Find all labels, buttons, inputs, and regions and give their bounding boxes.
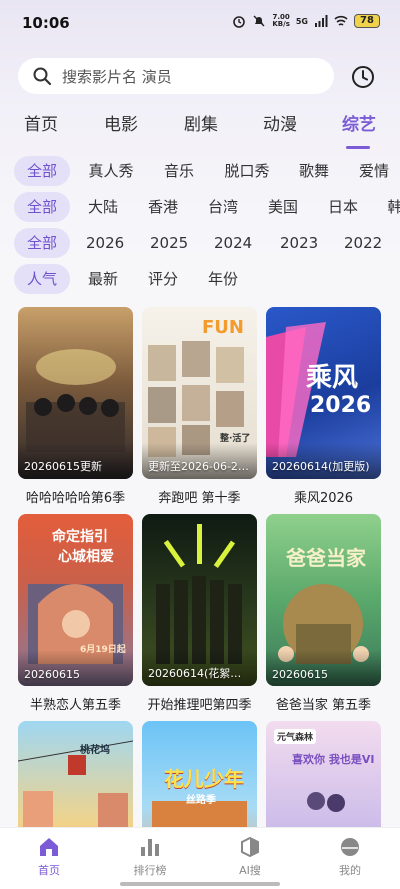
- show-title: 爸爸当家 第五季: [275, 698, 372, 713]
- network-speed: 7.00 KB/s: [272, 14, 289, 28]
- nav-home-label: 首页: [38, 864, 60, 877]
- clock-time: 10:06: [22, 14, 70, 32]
- show-card[interactable]: 20260614(花絮第… 开始推理吧第四季: [142, 514, 257, 713]
- filter-type-all[interactable]: 全部: [14, 156, 70, 186]
- search-icon: [33, 67, 52, 86]
- ai-search-icon: [241, 836, 259, 858]
- filter-region-taiwan[interactable]: 台湾: [206, 192, 240, 222]
- poster-title-text: 花儿少年: [164, 767, 244, 791]
- tab-movies[interactable]: 电影: [104, 110, 138, 135]
- signal-label: 5G: [295, 16, 308, 26]
- episode-tag: 更新至2026-06-2…: [148, 460, 249, 473]
- active-tab-indicator: [346, 146, 370, 149]
- filter-year-2026[interactable]: 2026: [86, 228, 124, 258]
- nav-ranking-label: 排行榜: [133, 864, 167, 877]
- poster-title-line2: 心城相爱: [58, 549, 114, 565]
- filter-row-type: 全部 真人秀 音乐 脱口秀 歌舞 爱情: [0, 156, 400, 188]
- poster-year-text: 2026: [310, 393, 372, 418]
- show-poster: 命定指引 心城相爱 6月19日起 20260615: [18, 514, 133, 686]
- show-card[interactable]: 20260615更新 哈哈哈哈哈第6季: [18, 307, 133, 506]
- sort-latest[interactable]: 最新: [86, 264, 120, 294]
- poster-title-text: 爸爸当家: [286, 546, 366, 570]
- profile-icon: [341, 838, 359, 856]
- tab-series[interactable]: 剧集: [184, 110, 218, 135]
- nav-ai-search-label: AI搜: [239, 864, 261, 877]
- filter-region-mainland[interactable]: 大陆: [86, 192, 120, 222]
- show-card[interactable]: 乘风 2026 20260614(加更版) 乘风2026: [266, 307, 381, 506]
- search-placeholder: 搜索影片名 演员: [62, 67, 172, 86]
- wifi-icon: [334, 15, 348, 26]
- bottom-navigation: 首页 排行榜 AI搜 我的: [0, 827, 400, 889]
- tab-anime[interactable]: 动漫: [263, 110, 297, 135]
- filter-year-2023[interactable]: 2023: [280, 228, 318, 258]
- filter-row-year: 全部 2026 2025 2024 2023 2022: [0, 228, 400, 260]
- sort-rating[interactable]: 评分: [146, 264, 180, 294]
- poster-subtitle-text: 丝路季: [186, 795, 216, 806]
- filter-year-2024[interactable]: 2024: [214, 228, 252, 258]
- home-indicator[interactable]: [120, 882, 280, 886]
- filter-region-all[interactable]: 全部: [14, 192, 70, 222]
- episode-tag: 20260615: [272, 668, 328, 681]
- tab-variety[interactable]: 综艺: [342, 110, 376, 135]
- filter-row-region: 全部 大陆 香港 台湾 美国 日本 韩: [0, 192, 400, 224]
- episode-tag: 20260615更新: [24, 460, 102, 473]
- sort-year[interactable]: 年份: [206, 264, 240, 294]
- episode-tag: 20260614(花絮第…: [148, 667, 252, 680]
- show-title: 乘风2026: [293, 491, 354, 506]
- home-icon: [40, 838, 58, 856]
- mute-bell-icon: [253, 15, 265, 27]
- filter-type-reality[interactable]: 真人秀: [86, 156, 136, 186]
- nav-ai-search[interactable]: AI搜: [215, 836, 285, 878]
- battery-indicator: 78: [354, 14, 380, 28]
- ranking-icon: [141, 839, 159, 856]
- show-poster: 乘风 2026 20260614(加更版): [266, 307, 381, 479]
- sort-popularity[interactable]: 人气: [14, 264, 70, 294]
- nav-profile-label: 我的: [339, 864, 361, 877]
- show-poster: FUN 整·活了 更新至2026-06-2…: [142, 307, 257, 479]
- history-clock-icon[interactable]: [350, 64, 376, 90]
- poster-title-line1: 命定指引: [52, 529, 108, 545]
- search-input[interactable]: 搜索影片名 演员: [18, 58, 334, 94]
- filter-type-dance[interactable]: 歌舞: [297, 156, 331, 186]
- show-card[interactable]: 命定指引 心城相爱 6月19日起 20260615 半熟恋人第五季: [18, 514, 133, 713]
- status-icons: 7.00 KB/s 5G 78: [232, 14, 380, 28]
- filter-region-hongkong[interactable]: 香港: [146, 192, 180, 222]
- filter-row-sort: 人气 最新 评分 年份: [0, 264, 400, 296]
- show-title: 哈哈哈哈哈第6季: [25, 491, 126, 506]
- filter-region-usa[interactable]: 美国: [266, 192, 300, 222]
- show-poster: 20260615更新: [18, 307, 133, 479]
- nav-home[interactable]: 首页: [14, 836, 84, 878]
- show-title: 奔跑吧 第十季: [158, 491, 241, 506]
- show-card[interactable]: 爸爸当家 20260615 爸爸当家 第五季: [266, 514, 381, 713]
- filter-year-2022[interactable]: 2022: [344, 228, 382, 258]
- episode-tag: 20260614(加更版): [272, 460, 370, 473]
- episode-tag: 20260615: [24, 668, 80, 681]
- nav-ranking[interactable]: 排行榜: [115, 836, 185, 878]
- show-poster: 20260614(花絮第…: [142, 514, 257, 686]
- filter-region-japan[interactable]: 日本: [326, 192, 360, 222]
- nav-profile[interactable]: 我的: [315, 836, 385, 878]
- signal-bars-icon: [315, 15, 328, 27]
- main-category-tabs: 首页 电影 剧集 动漫 综艺: [0, 110, 400, 150]
- filter-year-2025[interactable]: 2025: [150, 228, 188, 258]
- filter-year-all[interactable]: 全部: [14, 228, 70, 258]
- tab-home[interactable]: 首页: [24, 110, 58, 135]
- show-title: 开始推理吧第四季: [147, 698, 252, 713]
- filter-type-romance[interactable]: 爱情: [357, 156, 391, 186]
- filter-region-korea[interactable]: 韩: [385, 192, 400, 222]
- poster-title-text: 乘风: [306, 363, 359, 393]
- net-speed-unit: KB/s: [272, 20, 290, 28]
- status-bar: 10:06 7.00 KB/s 5G 78: [0, 0, 400, 46]
- show-card[interactable]: FUN 整·活了 更新至2026-06-2… 奔跑吧 第十季: [142, 307, 257, 506]
- poster-title-text: 桃花坞: [80, 745, 110, 756]
- filter-type-talkshow[interactable]: 脱口秀: [222, 156, 272, 186]
- show-title: 半熟恋人第五季: [29, 698, 121, 713]
- filter-type-music[interactable]: 音乐: [162, 156, 196, 186]
- alarm-icon: [233, 16, 246, 28]
- show-poster: 爸爸当家 20260615: [266, 514, 381, 686]
